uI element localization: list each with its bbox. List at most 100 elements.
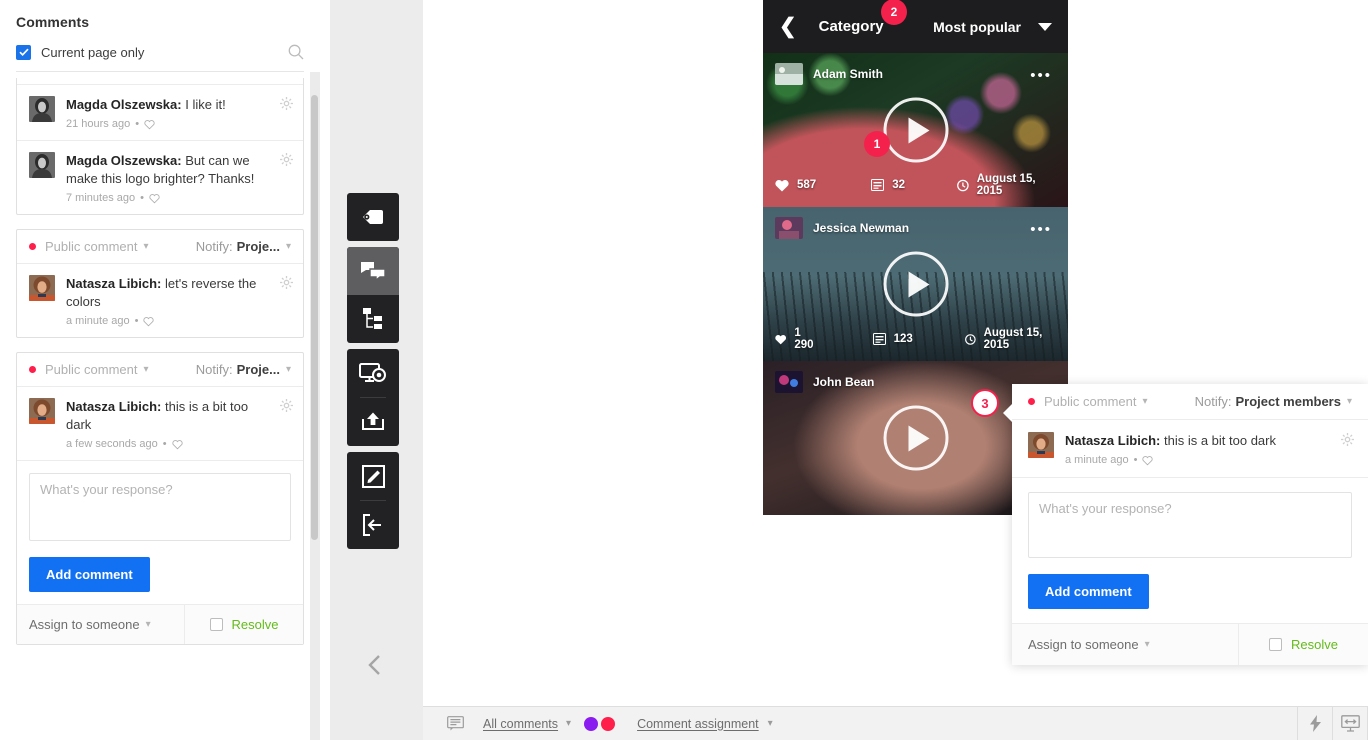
sidebar-scrollbar-track[interactable] [310, 0, 320, 740]
heart-outline-icon[interactable] [149, 193, 160, 204]
bolt-icon-button[interactable] [1297, 706, 1332, 740]
resolve-checkbox[interactable] [1269, 638, 1283, 651]
comment-marker[interactable]: 2 [881, 0, 907, 25]
all-comments-filter[interactable]: All comments [483, 717, 558, 731]
screen-record-icon [359, 363, 386, 382]
check-icon [18, 48, 29, 56]
video-likes: 1 290 [775, 327, 818, 351]
chevron-down-icon[interactable]: ▾ [143, 364, 148, 375]
color-chip-red[interactable] [601, 716, 616, 731]
thread-header: Public comment ▾ Notify: None ▾ [17, 78, 303, 85]
video-card[interactable]: Jessica Newman ••• 1 290 123 August 15, … [763, 207, 1068, 361]
comment-time: a minute ago [66, 315, 130, 327]
chevron-down-icon[interactable]: ▾ [286, 241, 291, 252]
video-stats: 1 290 123 August 15, 2015 [775, 327, 1056, 351]
comment-assignment-filter[interactable]: Comment assignment [637, 717, 759, 731]
comment-popup[interactable]: Public comment ▾ Notify: Project members… [1003, 384, 1368, 665]
add-comment-button[interactable]: Add comment [29, 557, 150, 592]
chevron-left-icon[interactable]: ❮ [779, 16, 797, 37]
palette-group [347, 349, 399, 446]
more-horizontal-icon[interactable]: ••• [1030, 67, 1052, 84]
color-chip-purple[interactable] [584, 716, 599, 731]
triangle-down-icon[interactable] [1038, 22, 1052, 31]
more-horizontal-icon[interactable]: ••• [1030, 221, 1052, 238]
chevron-down-icon[interactable]: ▾ [146, 619, 151, 630]
thread-notify[interactable]: Notify: Proje... ▾ [196, 239, 291, 254]
comment-settings-gear-icon[interactable] [280, 153, 293, 171]
edit-icon-button[interactable] [347, 452, 399, 500]
comment-settings-gear-icon[interactable] [280, 97, 293, 115]
popup-pointer [1003, 404, 1012, 422]
heart-outline-icon[interactable] [143, 316, 155, 327]
heart-outline-icon[interactable] [144, 119, 155, 130]
chevron-down-icon[interactable]: ▾ [1142, 396, 1147, 407]
sidebar-scrollbar-thumb[interactable] [311, 95, 318, 540]
tag-icon-button[interactable] [347, 193, 399, 241]
meta-separator: • [140, 192, 144, 204]
comment-meta: a minute ago • [66, 315, 271, 327]
upload-icon-button[interactable] [347, 398, 399, 446]
heart-outline-icon[interactable] [1142, 455, 1154, 466]
video-card[interactable]: Adam Smith ••• 587 32 August 15, 2015 [763, 53, 1068, 207]
thread-visibility[interactable]: Public comment [45, 239, 137, 254]
comment-thread[interactable]: Public comment ▾ Notify: Proje... ▾ Nata… [16, 229, 304, 338]
video-likes: 587 [775, 179, 816, 192]
resolve-toggle[interactable]: Resolve [1238, 624, 1368, 665]
assign-dropdown[interactable]: Assign to someone ▾ [1012, 624, 1238, 665]
search-icon[interactable] [288, 44, 304, 60]
video-comments: 123 [872, 333, 913, 345]
comment-thread-active[interactable]: Public comment ▾ Notify: Proje... ▾ Nata… [16, 352, 304, 645]
resolve-checkbox[interactable] [209, 618, 223, 631]
preview-sort-value[interactable]: Most popular [933, 19, 1021, 35]
video-author-name: John Bean [813, 375, 875, 389]
resolve-label: Resolve [1291, 637, 1338, 652]
popup-notify[interactable]: Notify: Project members ▾ [1195, 394, 1352, 409]
chevron-down-icon[interactable]: ▾ [286, 364, 291, 375]
comment-settings-gear-icon[interactable] [280, 399, 293, 417]
reply-input[interactable] [1028, 492, 1352, 558]
logout-icon-button[interactable] [347, 501, 399, 549]
comment-marker[interactable]: 3 [971, 389, 999, 417]
screen-record-icon-button[interactable] [347, 349, 399, 397]
chevron-down-icon[interactable]: ▾ [1347, 396, 1352, 407]
play-icon[interactable] [883, 251, 948, 317]
video-stats: 587 32 August 15, 2015 [775, 173, 1056, 197]
resolve-label: Resolve [231, 617, 279, 632]
comments-list-scroll[interactable]: Public comment ▾ Notify: None ▾ Magda Ol… [0, 78, 320, 740]
heart-icon [775, 179, 789, 191]
popup-visibility-label[interactable]: Public comment [1044, 394, 1136, 409]
comment-settings-gear-icon[interactable] [1341, 433, 1354, 451]
heart-outline-icon[interactable] [171, 439, 183, 450]
thread-notify[interactable]: Notify: Proje... ▾ [196, 362, 291, 377]
resolve-toggle[interactable]: Resolve [184, 605, 303, 644]
comment-marker[interactable]: 1 [864, 131, 890, 157]
play-icon[interactable] [883, 97, 948, 163]
popup-reply-area: Add comment [1012, 477, 1368, 623]
chevron-down-icon[interactable]: ▾ [1145, 639, 1150, 650]
comment-text: I like it! [185, 97, 226, 112]
assign-dropdown[interactable]: Assign to someone ▾ [17, 605, 184, 644]
logout-icon [363, 514, 381, 536]
preview-navbar: ❮ Category Most popular [763, 0, 1068, 53]
collapse-panel-button[interactable] [360, 648, 390, 682]
avatar [29, 275, 55, 301]
comment-body: Natasza Libich: let's reverse the colors… [66, 275, 291, 327]
video-comments: 32 [871, 179, 905, 191]
sitemap-icon-button[interactable] [347, 295, 399, 343]
play-icon[interactable] [883, 405, 948, 471]
current-page-only-checkbox[interactable] [16, 44, 31, 60]
chevron-down-icon[interactable]: ▾ [566, 718, 571, 729]
avatar [775, 371, 803, 393]
reply-input[interactable] [29, 473, 291, 541]
chevron-down-icon[interactable]: ▾ [143, 241, 148, 252]
video-date: August 15, 2015 [964, 327, 1056, 351]
comment-thread[interactable]: Public comment ▾ Notify: None ▾ Magda Ol… [16, 78, 304, 215]
video-author: Jessica Newman [775, 217, 909, 239]
comment-settings-gear-icon[interactable] [280, 276, 293, 294]
comments-icon-button[interactable] [347, 247, 399, 295]
palette-group [347, 452, 399, 549]
add-comment-button[interactable]: Add comment [1028, 574, 1149, 609]
thread-visibility[interactable]: Public comment [45, 362, 137, 377]
chevron-down-icon[interactable]: ▾ [768, 718, 773, 729]
responsive-icon-button[interactable] [1332, 706, 1367, 740]
